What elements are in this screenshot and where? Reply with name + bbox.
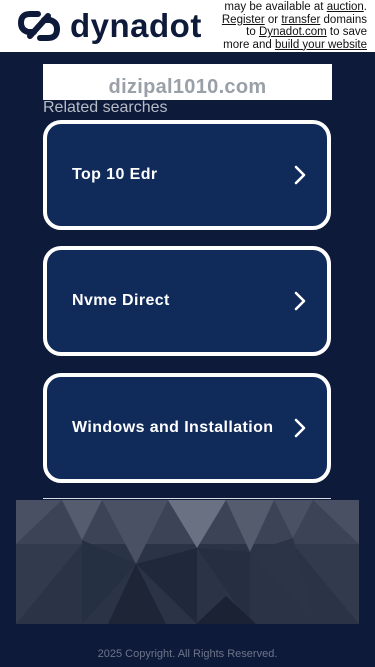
search-item-label: Nvme Direct <box>72 292 170 309</box>
auction-link[interactable]: auction <box>327 1 364 13</box>
search-item-windows-and-installation[interactable]: Windows and Installation <box>43 373 331 483</box>
related-searches-heading: Related searches <box>43 99 168 116</box>
domain-banner: dizipal1010.com <box>43 64 332 100</box>
promo-line1-end: . <box>363 1 367 13</box>
decorative-triangles <box>16 500 359 624</box>
dynadot-logo[interactable]: dynadot <box>16 6 202 46</box>
dynadot-logo-icon <box>18 11 60 41</box>
dynadot-link[interactable]: Dynadot.com <box>259 26 327 38</box>
header-bar: dynadot may be available at auction. Reg… <box>0 0 375 52</box>
promo-text: may be available at auction. Register or… <box>207 1 367 51</box>
search-item-nvme-direct[interactable]: Nvme Direct <box>43 246 331 356</box>
promo-save-text: to save <box>326 26 367 38</box>
footer-copyright: 2025 Copyright. All Rights Reserved. <box>97 648 278 660</box>
chevron-right-icon <box>294 418 306 438</box>
promo-or-text: or <box>264 13 282 26</box>
search-item-label: Top 10 Edr <box>72 166 158 183</box>
promo-line1-text: may be available at <box>224 1 327 13</box>
transfer-link[interactable]: transfer <box>281 14 320 26</box>
build-website-link[interactable]: build your website <box>275 39 367 51</box>
logo-text: dynadot <box>70 7 202 44</box>
divider <box>43 498 331 499</box>
chevron-right-icon <box>294 165 306 185</box>
domain-name: dizipal1010.com <box>108 76 267 98</box>
promo-domains-text: domains <box>320 13 367 26</box>
promo-more-text: more and <box>223 38 275 51</box>
search-item-top-10-edr[interactable]: Top 10 Edr <box>43 120 331 230</box>
search-item-label: Windows and Installation <box>72 419 274 436</box>
chevron-right-icon <box>294 291 306 311</box>
promo-to-text: to <box>246 26 259 38</box>
register-link[interactable]: Register <box>222 14 265 26</box>
